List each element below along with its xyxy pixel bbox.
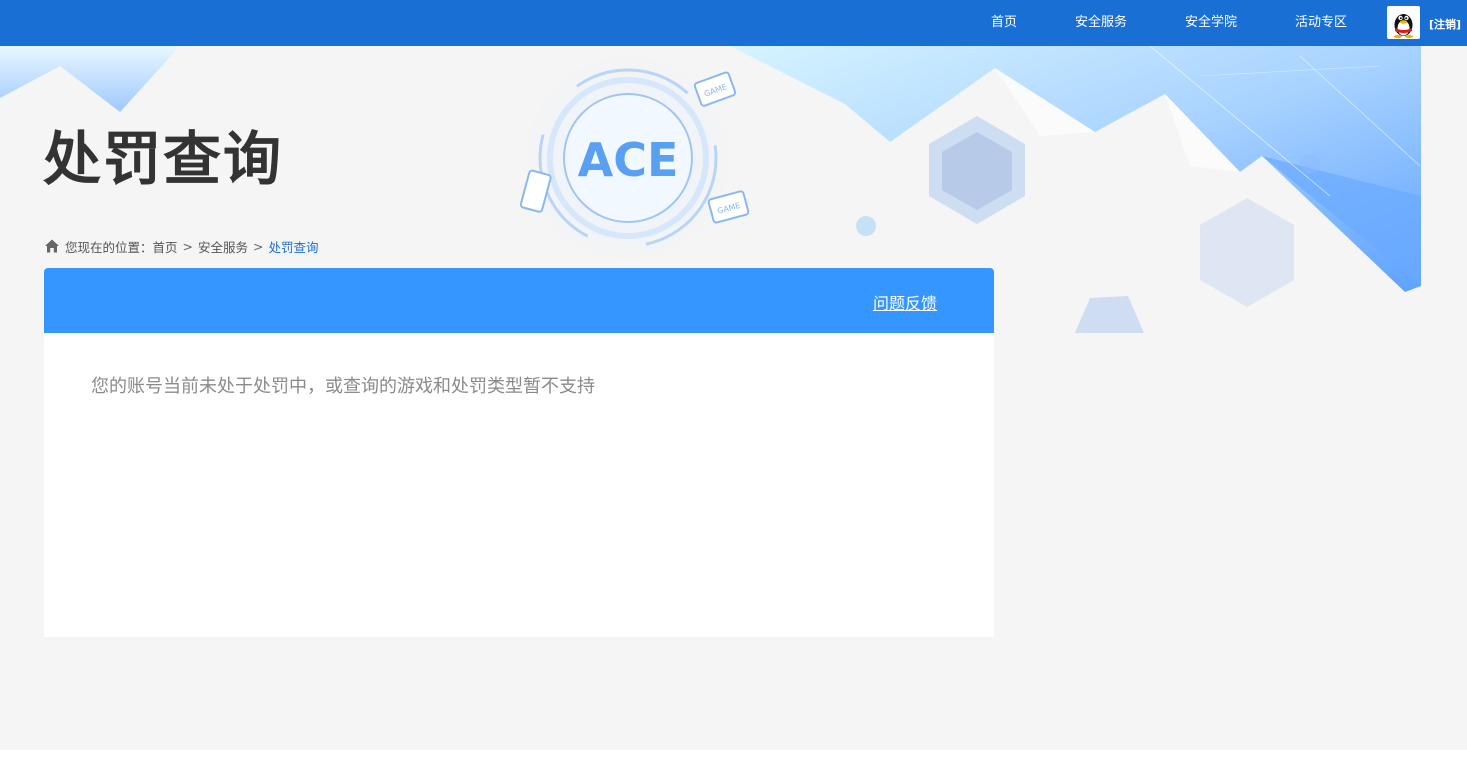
breadcrumb: 您现在的位置： 首页 > 安全服务 > 处罚查询 [44, 237, 319, 255]
breadcrumb-item-security-service[interactable]: 安全服务 [198, 237, 248, 256]
logout-link[interactable]: [注销] [1429, 16, 1461, 32]
user-avatar[interactable] [1387, 6, 1420, 39]
nav-item-home[interactable]: 首页 [991, 15, 1017, 31]
breadcrumb-current: 处罚查询 [268, 239, 319, 255]
breadcrumb-separator: > [253, 238, 264, 254]
home-icon [45, 239, 59, 253]
page-title: 处罚查询 [43, 125, 284, 193]
query-result-panel: 问题反馈 您的账号当前未处于处罚中，或查询的游戏和处罚类型暂不支持 [44, 268, 994, 637]
panel-header: 问题反馈 [44, 268, 994, 333]
top-nav-bar: 首页 安全服务 安全学院 活动专区 [注销] [0, 0, 1467, 46]
feedback-link[interactable]: 问题反馈 [873, 290, 937, 314]
breadcrumb-separator: > [182, 238, 194, 254]
nav-item-security-academy[interactable]: 安全学院 [1185, 15, 1237, 31]
nav-item-events[interactable]: 活动专区 [1295, 15, 1347, 31]
nav-item-security-service[interactable]: 安全服务 [1075, 15, 1127, 31]
qq-penguin-icon [1394, 14, 1413, 39]
breadcrumb-prefix: 您现在的位置： [65, 239, 153, 255]
page: 首页 安全服务 安全学院 活动专区 [注销] ACE GAME GAME 处罚查… [0, 0, 1467, 750]
ace-logo-text: ACE [578, 133, 679, 187]
result-message: 您的账号当前未处于处罚中，或查询的游戏和处罚类型暂不支持 [91, 376, 595, 397]
breadcrumb-item-home[interactable]: 首页 [153, 237, 178, 256]
